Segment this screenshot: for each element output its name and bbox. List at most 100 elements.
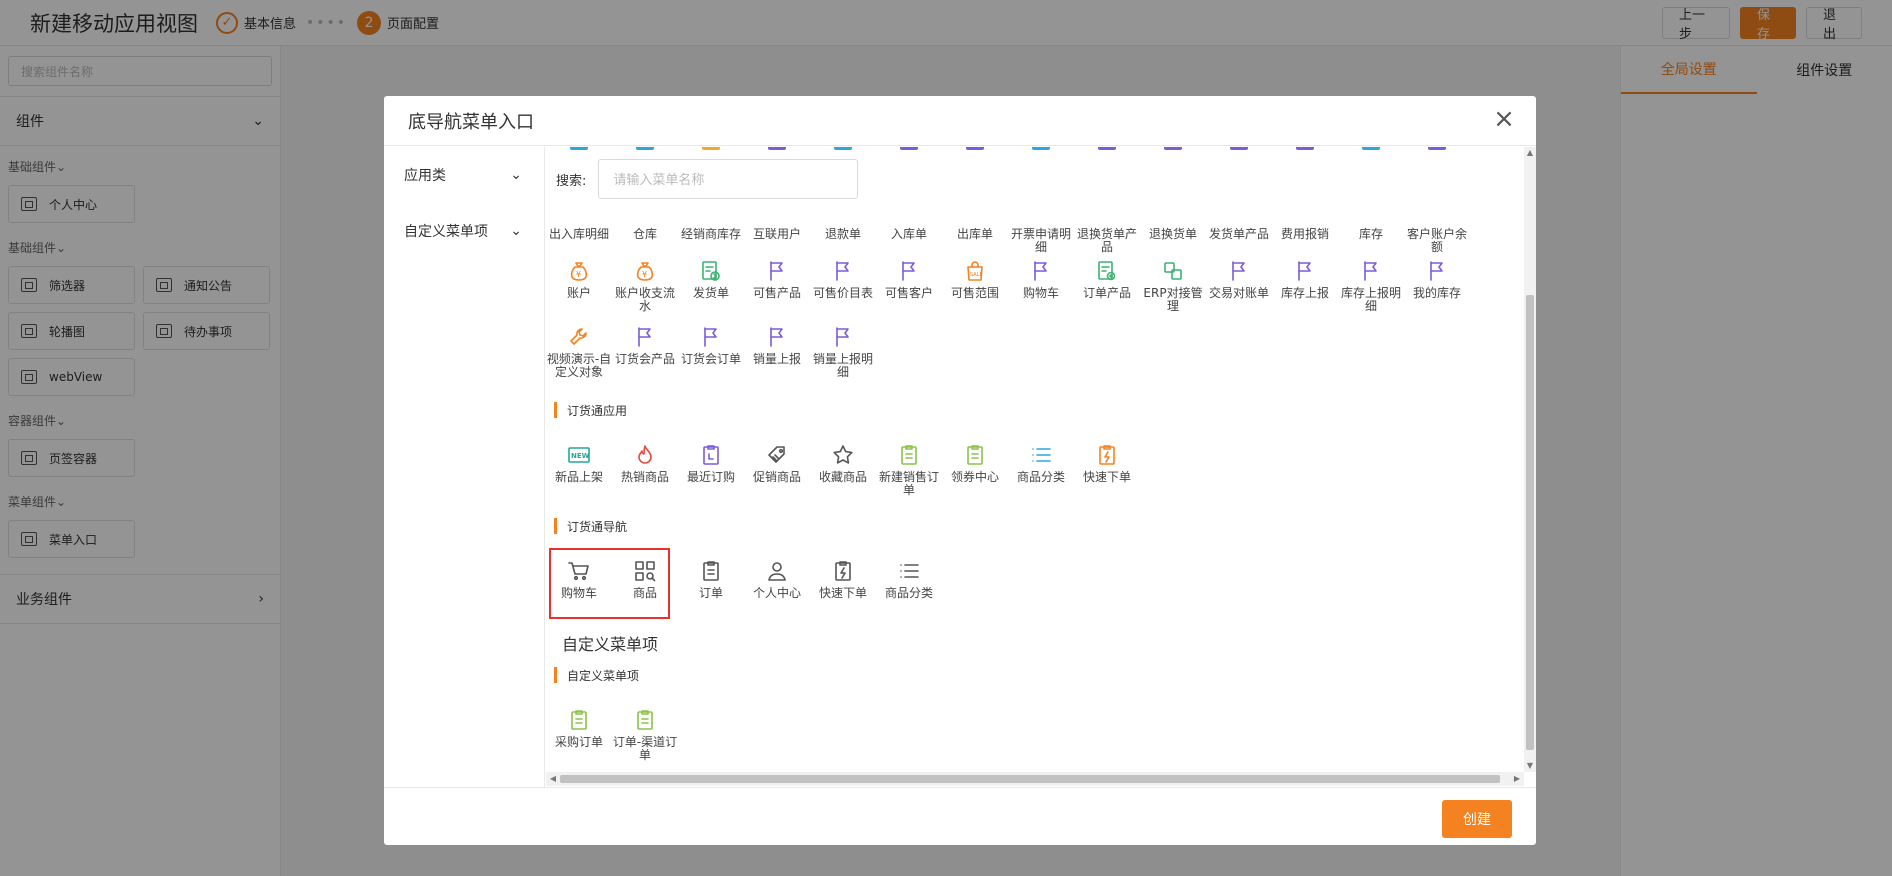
menu-item[interactable]: 退换货单产品 xyxy=(1074,199,1140,259)
menu-item-label: 快速下单 xyxy=(1082,470,1131,484)
menu-item[interactable]: 出入库明细 xyxy=(546,199,612,259)
menu-item[interactable]: 库存上报明细 xyxy=(1338,258,1404,324)
category-custom[interactable]: 自定义菜单项 ⌄ xyxy=(384,203,544,259)
menu-search-input[interactable] xyxy=(598,159,859,199)
category-app[interactable]: 应用类 ⌄ xyxy=(384,147,544,203)
menu-item[interactable]: 订货会产品 xyxy=(612,324,678,390)
menu-item-label: 商品分类 xyxy=(884,586,933,600)
menu-item[interactable]: 视频演示-自定义对象 xyxy=(546,324,612,390)
menu-item[interactable]: ERP对接管理 xyxy=(1140,258,1206,324)
menu-item[interactable]: 最近订购 xyxy=(678,442,744,508)
flag-icon xyxy=(1226,258,1252,284)
menu-item[interactable]: 快速下单 xyxy=(810,558,876,624)
svg-text:¥: ¥ xyxy=(642,270,647,279)
menu-item-label: 可售产品 xyxy=(752,286,801,300)
list-icon xyxy=(1028,442,1054,468)
menu-item[interactable]: 快速下单 xyxy=(1074,442,1140,508)
menu-item[interactable]: 可售产品 xyxy=(744,258,810,324)
horizontal-scroll-thumb[interactable] xyxy=(560,775,1500,783)
menu-item-label: 快速下单 xyxy=(818,586,867,600)
menu-item[interactable]: 订单产品 xyxy=(1074,258,1140,324)
menu-item-label: 开票申请明细 xyxy=(1010,227,1071,254)
modal-category-menu: 应用类 ⌄ 自定义菜单项 ⌄ xyxy=(384,147,545,787)
menu-item-label: 库存上报 xyxy=(1280,286,1329,300)
menu-item[interactable]: 购物车 xyxy=(1008,258,1074,324)
vertical-scroll-thumb[interactable] xyxy=(1526,295,1534,750)
menu-item[interactable]: 我的库存 xyxy=(1404,258,1470,324)
menu-item-label: 购物车 xyxy=(1022,286,1059,300)
close-icon[interactable]: × xyxy=(1492,106,1516,132)
money-bag-icon: ¥ xyxy=(632,258,658,284)
new-icon: NEW xyxy=(566,442,592,468)
menu-item[interactable]: 交易对账单 xyxy=(1206,258,1272,324)
menu-item[interactable]: 订货会订单 xyxy=(678,324,744,390)
menu-item-label: 订单 xyxy=(698,586,723,600)
flag-icon xyxy=(830,258,856,284)
chevron-down-icon: ⌄ xyxy=(510,167,522,183)
doc-gear-icon xyxy=(1094,258,1120,284)
menu-item-label: 出入库明细 xyxy=(548,227,609,241)
menu-item[interactable]: ¥ 账户 xyxy=(546,258,612,324)
menu-item[interactable]: 入库单 xyxy=(876,199,942,259)
scroll-down-icon[interactable]: ▼ xyxy=(1524,760,1536,772)
flag-icon xyxy=(1160,199,1186,225)
flag-icon xyxy=(1094,199,1120,225)
scroll-left-icon[interactable]: ◀ xyxy=(546,772,560,786)
menu-item[interactable]: 可售价目表 xyxy=(810,258,876,324)
vertical-scrollbar[interactable]: ▲ ▼ xyxy=(1524,147,1536,772)
modal-title: 底导航菜单入口 xyxy=(408,111,534,133)
menu-item-label: ERP对接管理 xyxy=(1143,286,1203,313)
scroll-right-icon[interactable]: ▶ xyxy=(1510,772,1524,786)
menu-item-label: 促销商品 xyxy=(752,470,801,484)
menu-item[interactable]: 退款单 xyxy=(810,199,876,259)
clipped-icon xyxy=(1428,147,1446,150)
menu-item[interactable]: 个人中心 xyxy=(744,558,810,624)
menu-item[interactable]: 热销商品 xyxy=(612,442,678,508)
menu-item[interactable]: NEW 新品上架 xyxy=(546,442,612,508)
horizontal-scrollbar[interactable]: ◀ ▶ xyxy=(546,772,1524,786)
quick-icon xyxy=(830,558,856,584)
scroll-up-icon[interactable]: ▲ xyxy=(1524,147,1536,159)
clipped-icon xyxy=(702,147,720,150)
clipped-icon xyxy=(966,147,984,150)
menu-item[interactable]: 发货单产品 xyxy=(1206,199,1272,259)
menu-item[interactable]: 库存 xyxy=(1338,199,1404,259)
menu-item-label: 领券中心 xyxy=(950,470,999,484)
menu-item[interactable]: 库存上报 xyxy=(1272,258,1338,324)
menu-item[interactable]: SALE 可售范围 xyxy=(942,258,1008,324)
menu-item[interactable]: 订单-渠道订单 xyxy=(612,707,678,772)
search-label: 搜索: xyxy=(556,173,587,189)
doc-icon xyxy=(896,442,922,468)
doc-icon xyxy=(1028,199,1054,225)
menu-item[interactable]: 促销商品 xyxy=(744,442,810,508)
menu-item[interactable]: 销量上报明细 xyxy=(810,324,876,390)
menu-item[interactable]: 领券中心 xyxy=(942,442,1008,508)
clipped-icon xyxy=(1098,147,1116,150)
menu-item[interactable]: 客户账户余额 xyxy=(1404,199,1470,259)
menu-item-label: 互联用户 xyxy=(752,227,801,241)
menu-item[interactable]: 销量上报 xyxy=(744,324,810,390)
menu-item[interactable]: 订单 xyxy=(678,558,744,624)
menu-item[interactable]: 开票申请明细 xyxy=(1008,199,1074,259)
menu-item[interactable]: 费用报销 xyxy=(1272,199,1338,259)
menu-item[interactable]: 可售客户 xyxy=(876,258,942,324)
menu-item[interactable]: 商品分类 xyxy=(876,558,942,624)
clipped-icon xyxy=(570,147,588,150)
menu-item[interactable]: 发货单 xyxy=(678,258,744,324)
menu-item[interactable]: ¥ 账户收支流水 xyxy=(612,258,678,324)
create-button[interactable]: 创建 xyxy=(1442,800,1512,838)
menu-item[interactable]: 互联用户 xyxy=(744,199,810,259)
menu-item[interactable]: 商品分类 xyxy=(1008,442,1074,508)
box-icon xyxy=(566,199,592,225)
menu-item[interactable]: 仓库 xyxy=(612,199,678,259)
menu-item[interactable]: 出库单 xyxy=(942,199,1008,259)
menu-item-label: 发货单 xyxy=(692,286,729,300)
menu-item[interactable]: 经销商库存 xyxy=(678,199,744,259)
menu-item[interactable]: 退换货单 xyxy=(1140,199,1206,259)
menu-item-label: 库存上报明细 xyxy=(1340,286,1401,313)
menu-item[interactable]: 新建销售订单 xyxy=(876,442,942,508)
menu-item[interactable]: 采购订单 xyxy=(546,707,612,772)
menu-item[interactable]: 收藏商品 xyxy=(810,442,876,508)
menu-item-label: 账户 xyxy=(566,286,591,300)
menu-item-label: 我的库存 xyxy=(1412,286,1461,300)
